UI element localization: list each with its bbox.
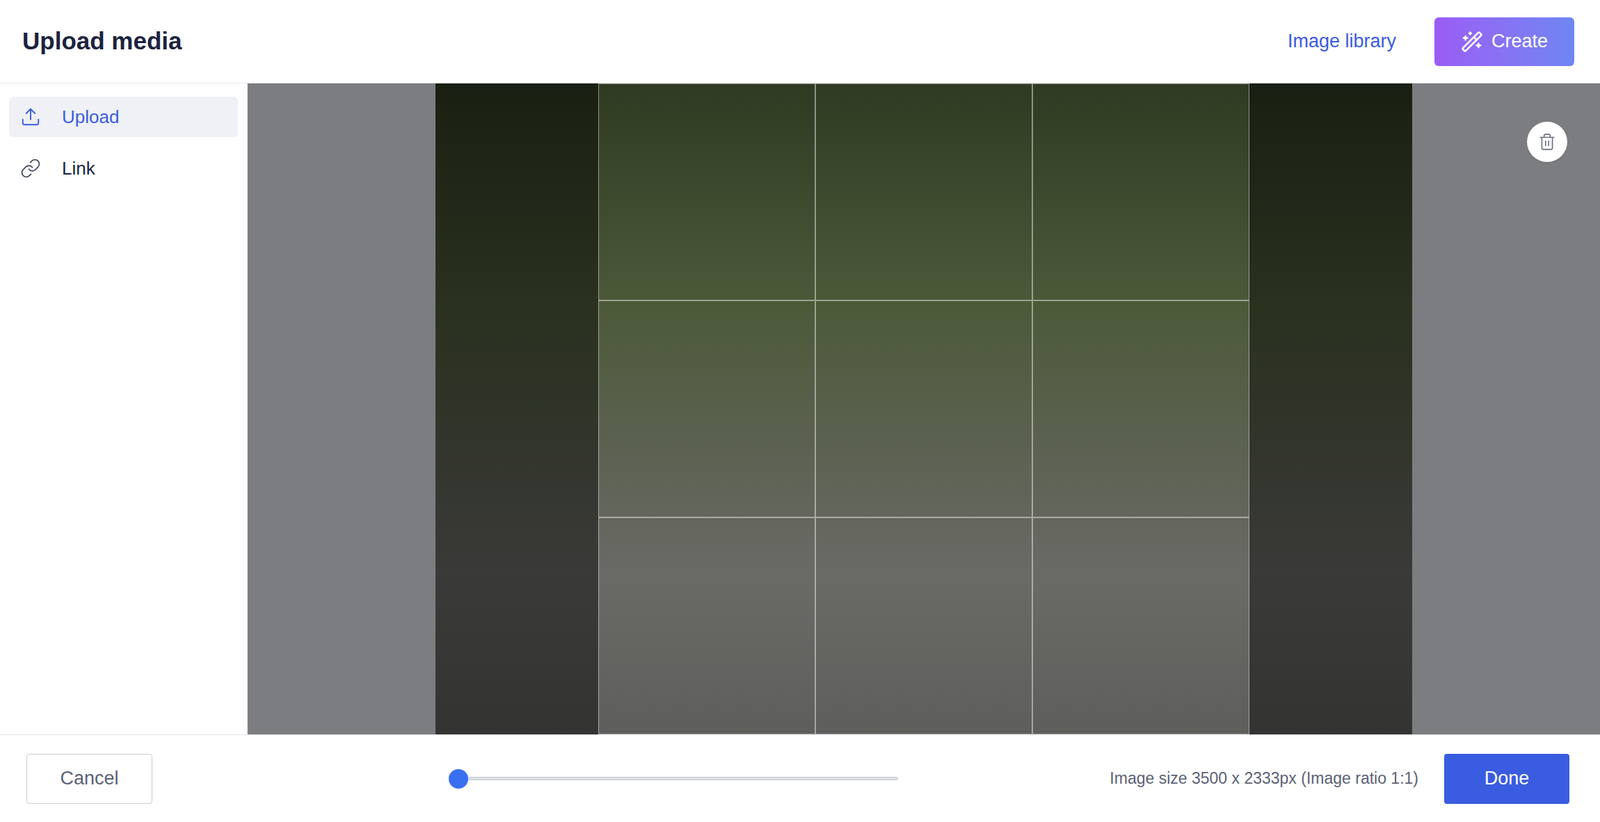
- sidebar-item-label: Upload: [61, 103, 119, 131]
- crop-grid-cell: [1032, 83, 1250, 301]
- dialog-header: Upload media Image library Create: [0, 0, 1600, 84]
- dialog-body: Upload Link: [0, 83, 1600, 735]
- crop-grid-cell: [598, 300, 816, 518]
- slider-thumb[interactable]: [448, 769, 469, 789]
- image-library-link[interactable]: Image library: [1287, 27, 1397, 56]
- photo[interactable]: [435, 83, 1413, 735]
- trash-icon: [1538, 132, 1557, 151]
- dialog-title: Upload media: [22, 22, 182, 60]
- crop-grid-cell: [1032, 300, 1250, 518]
- upload-icon: [20, 106, 42, 128]
- zoom-slider[interactable]: [448, 768, 899, 790]
- crop-grid-cell: [815, 83, 1033, 301]
- crop-grid-cell: [598, 517, 816, 735]
- sidebar-item[interactable]: Upload: [9, 96, 238, 138]
- sidebar-item-label: Link: [61, 155, 96, 183]
- create-button[interactable]: Create: [1434, 17, 1575, 67]
- link-icon: [20, 157, 42, 179]
- crop-box[interactable]: [598, 83, 1250, 735]
- crop-grid-cell: [598, 83, 816, 301]
- crop-shade-right: [1249, 83, 1413, 735]
- sidebar-item[interactable]: Link: [9, 148, 238, 189]
- dialog-footer: Cancel Image size 3500 x 2333px (Image ra…: [0, 734, 1600, 822]
- magic-wand-icon: [1460, 30, 1484, 53]
- crop-area: [247, 83, 1600, 735]
- image-size-info: Image size 3500 x 2333px (Image ratio 1:…: [1109, 766, 1419, 791]
- slider-track: [448, 777, 899, 781]
- upload-media-dialog: Upload media Image library Create Upload Lin…: [0, 0, 1600, 822]
- crop-grid-cell: [1032, 517, 1250, 735]
- crop-grid-cell: [815, 517, 1033, 735]
- delete-button[interactable]: [1526, 121, 1568, 163]
- crop-grid-cell: [815, 300, 1033, 518]
- crop-shade-left: [435, 83, 599, 735]
- done-button[interactable]: Done: [1444, 754, 1570, 805]
- create-label: Create: [1491, 27, 1548, 56]
- header-actions: Image library Create: [1287, 17, 1575, 67]
- sidebar: Upload Link: [0, 83, 248, 735]
- cancel-button[interactable]: Cancel: [26, 754, 153, 805]
